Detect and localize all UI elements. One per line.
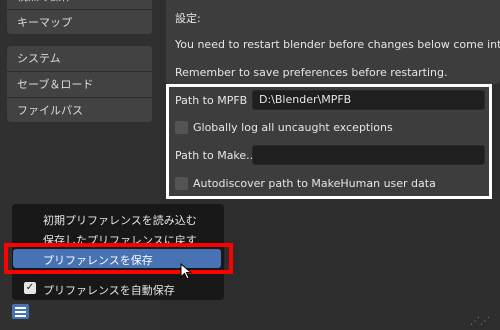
sidebar-item-keymap[interactable]: キーマップ (7, 10, 152, 34)
sidebar-group-navigation: 視点の操作 キーマップ (7, 0, 152, 34)
sidebar-item-save-load[interactable]: セーブ＆ロード (7, 72, 152, 98)
resize-grip-icon[interactable]: ⋰⋰ (470, 316, 490, 327)
makehuman-path-label: Path to Make... (175, 149, 257, 162)
makehuman-path-field[interactable] (252, 145, 485, 165)
sidebar-group-system: システム セーブ＆ロード ファイルパス (7, 46, 152, 122)
save-preferences-annotation-box (4, 243, 233, 274)
mpfb-path-field[interactable]: D:\Blender\MPFB (252, 90, 485, 110)
autodiscover-label: Autodiscover path to MakeHuman user data (193, 177, 436, 190)
sidebar-item-viewport-navigation[interactable]: 視点の操作 (7, 0, 152, 10)
menu-item-load-factory-preferences[interactable]: 初期プリファレンスを読み込む (43, 212, 197, 228)
log-exceptions-checkbox[interactable] (175, 121, 188, 134)
sidebar-item-file-paths[interactable]: ファイルパス (7, 98, 152, 122)
menu-item-auto-save-preferences[interactable]: プリファレンスを自動保存 (43, 282, 175, 298)
settings-title: 設定: (175, 12, 201, 25)
mpfb-path-label: Path to MPFB ... (175, 94, 262, 107)
hamburger-menu-icon[interactable] (12, 304, 29, 319)
save-note: Remember to save preferences before rest… (175, 66, 448, 79)
mouse-pointer-icon (180, 263, 193, 280)
autodiscover-checkbox[interactable] (175, 177, 188, 190)
sidebar-item-system[interactable]: システム (7, 46, 152, 72)
restart-note: You need to restart blender before chang… (175, 38, 500, 51)
auto-save-checkbox[interactable]: ✓ (24, 282, 36, 294)
log-exceptions-label: Globally log all uncaught exceptions (193, 121, 393, 134)
